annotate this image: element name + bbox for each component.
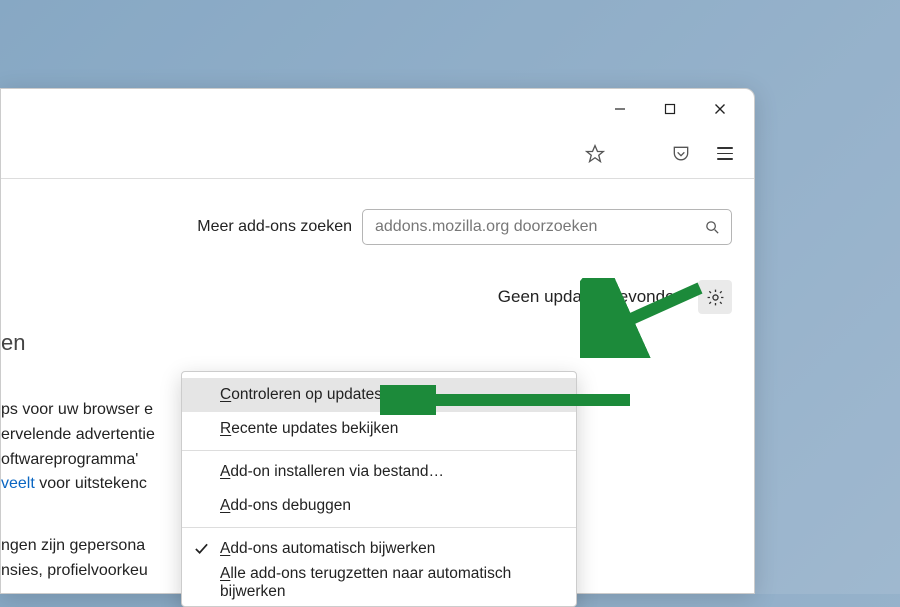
search-row: Meer add-ons zoeken addons.mozilla.org d… — [1, 209, 732, 245]
update-status: Geen updates gevonden — [498, 287, 684, 307]
menu-item-check-updates[interactable]: Controleren op updates — [182, 378, 576, 412]
menu-separator — [182, 450, 576, 451]
status-row: Geen updates gevonden — [1, 280, 732, 314]
bookmark-star-icon[interactable] — [584, 143, 606, 165]
toolbar — [1, 129, 754, 179]
search-placeholder: addons.mozilla.org doorzoeken — [375, 218, 597, 236]
recommend-link[interactable]: veelt — [1, 475, 35, 492]
hamburger-menu-icon[interactable] — [714, 143, 736, 165]
menu-item-debug-addons[interactable]: Add-ons debuggen — [182, 489, 576, 523]
body-text-1: ps voor uw browser e ervelende advertent… — [1, 398, 155, 497]
close-button[interactable] — [696, 93, 744, 125]
pocket-icon[interactable] — [670, 143, 692, 165]
check-icon — [194, 541, 209, 561]
minimize-button[interactable] — [596, 93, 644, 125]
search-icon — [704, 219, 721, 236]
gear-icon — [706, 288, 725, 307]
menu-item-recent-updates[interactable]: Recente updates bekijken — [182, 412, 576, 446]
browser-window: Meer add-ons zoeken addons.mozilla.org d… — [0, 88, 755, 594]
maximize-button[interactable] — [646, 93, 694, 125]
menu-item-reset-auto-update[interactable]: Alle add-ons terugzetten naar automatisc… — [182, 566, 576, 600]
search-input[interactable]: addons.mozilla.org doorzoeken — [362, 209, 732, 245]
menu-separator — [182, 527, 576, 528]
search-label: Meer add-ons zoeken — [197, 218, 352, 236]
settings-gear-button[interactable] — [698, 280, 732, 314]
menu-item-auto-update[interactable]: Add-ons automatisch bijwerken — [182, 532, 576, 566]
section-heading-fragment: en — [1, 330, 25, 356]
settings-menu: Controleren op updates Recente updates b… — [181, 371, 577, 607]
menu-item-install-from-file[interactable]: Add-on installeren via bestand… — [182, 455, 576, 489]
titlebar — [1, 89, 754, 129]
content-area: Meer add-ons zoeken addons.mozilla.org d… — [1, 179, 754, 314]
body-text-2: ngen zijn gepersona nsies, profielvoorke… — [1, 534, 148, 584]
